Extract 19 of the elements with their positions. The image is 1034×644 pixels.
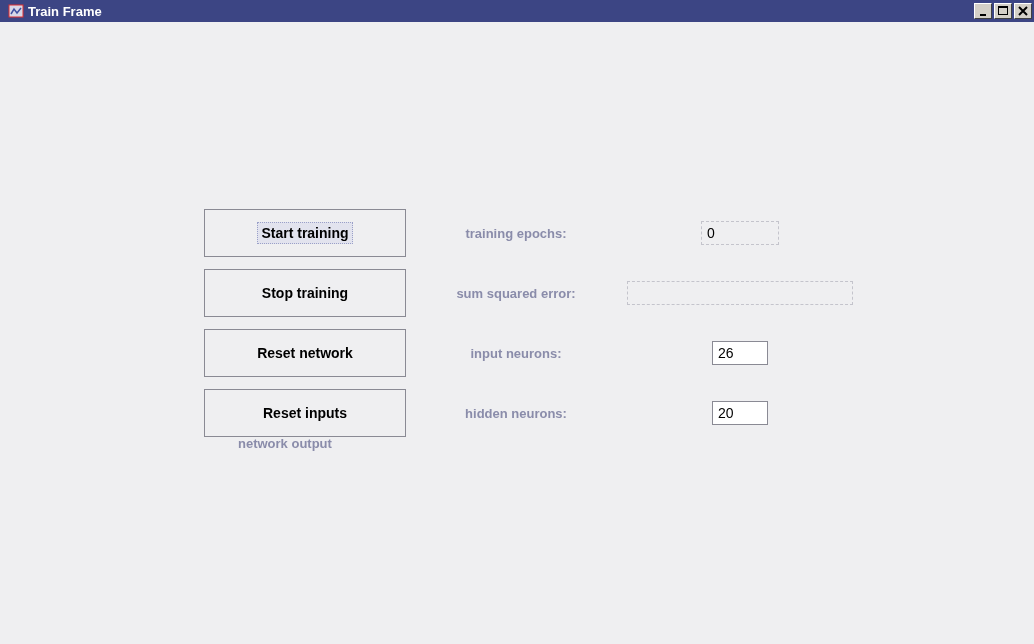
field-label: sum squared error:: [455, 285, 577, 301]
maximize-button[interactable]: [994, 3, 1012, 19]
close-button[interactable]: [1014, 3, 1032, 19]
action-button[interactable]: Reset inputs: [204, 389, 406, 437]
app-icon: [8, 3, 24, 19]
text-field[interactable]: 20: [712, 401, 768, 425]
window-title: Train Frame: [28, 3, 102, 19]
minimize-button[interactable]: [974, 3, 992, 19]
action-button[interactable]: Start training: [204, 209, 406, 257]
field-label: training epochs:: [464, 225, 568, 241]
output-label: network output: [238, 436, 333, 451]
close-icon: [1018, 6, 1028, 16]
text-field[interactable]: 26: [712, 341, 768, 365]
action-button[interactable]: Stop training: [204, 269, 406, 317]
minimize-icon: [980, 13, 986, 16]
field-label: hidden neurons:: [464, 405, 568, 421]
maximize-icon: [998, 6, 1008, 16]
action-button[interactable]: Reset network: [204, 329, 406, 377]
field-label: input neurons:: [469, 345, 563, 361]
